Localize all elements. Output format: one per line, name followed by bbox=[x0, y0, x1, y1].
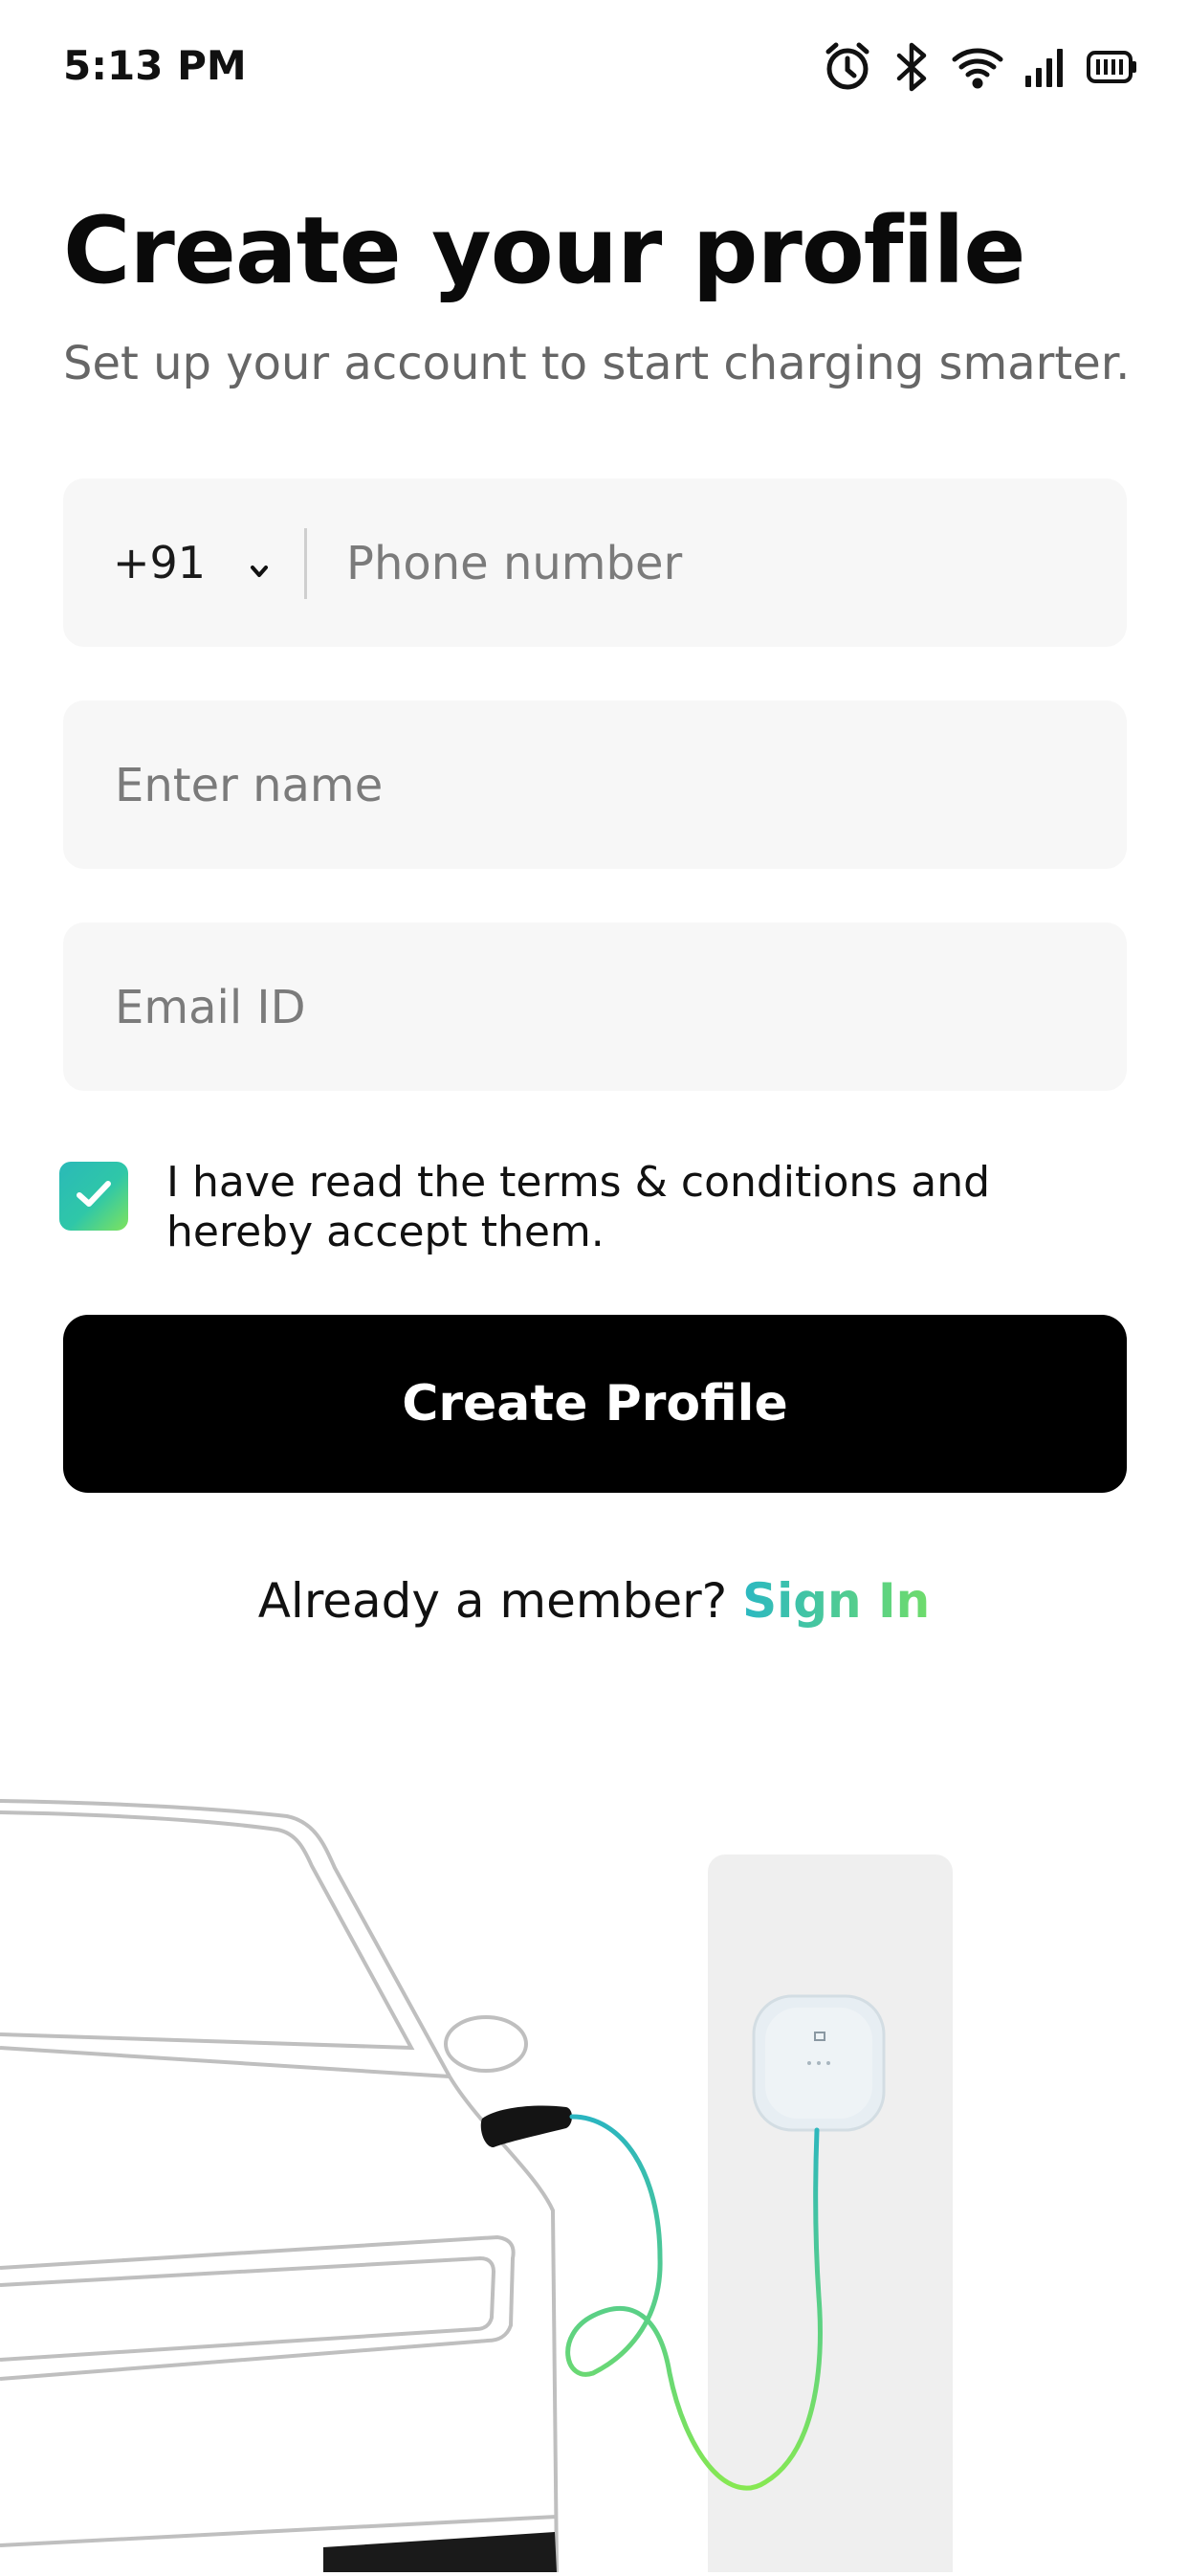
status-icons bbox=[821, 38, 1138, 96]
country-code-value: +91 bbox=[113, 537, 207, 588]
signin-link[interactable]: Sign In bbox=[742, 1573, 930, 1629]
phone-input[interactable] bbox=[344, 478, 1094, 649]
email-field bbox=[63, 922, 1127, 1093]
status-bar: 5:13 PM bbox=[0, 0, 1188, 134]
country-code-divider bbox=[304, 528, 307, 599]
signin-row: Already a member? Sign In bbox=[0, 1573, 1188, 1629]
terms-checkbox[interactable] bbox=[59, 1162, 128, 1231]
email-input[interactable] bbox=[113, 922, 1092, 1093]
create-profile-button[interactable]: Create Profile bbox=[63, 1315, 1127, 1493]
chevron-down-icon bbox=[250, 537, 269, 588]
signin-prompt: Already a member? bbox=[257, 1573, 728, 1629]
page-subtitle: Set up your account to start charging sm… bbox=[63, 337, 1131, 390]
car-outline bbox=[0, 1799, 559, 2573]
name-field bbox=[63, 700, 1127, 871]
alarm-icon bbox=[821, 40, 874, 94]
check-icon bbox=[75, 1179, 113, 1213]
terms-text: I have read the terms & conditions and h… bbox=[166, 1158, 991, 1256]
car-bumper bbox=[323, 2532, 557, 2572]
signal-icon bbox=[1023, 45, 1067, 89]
phone-field: +91 bbox=[63, 478, 1127, 649]
wifi-icon bbox=[951, 44, 1004, 90]
battery-icon bbox=[1087, 49, 1138, 85]
country-code-selector[interactable]: +91 bbox=[113, 478, 269, 647]
ev-charging-illustration bbox=[0, 1761, 1188, 2576]
charger-unit bbox=[752, 1994, 886, 2132]
bluetooth-icon bbox=[893, 40, 932, 94]
page-title: Create your profile bbox=[63, 197, 1025, 304]
status-time: 5:13 PM bbox=[63, 42, 247, 89]
name-input[interactable] bbox=[113, 700, 1092, 871]
charging-pillar bbox=[708, 1854, 953, 2576]
charging-plug bbox=[480, 2105, 572, 2147]
